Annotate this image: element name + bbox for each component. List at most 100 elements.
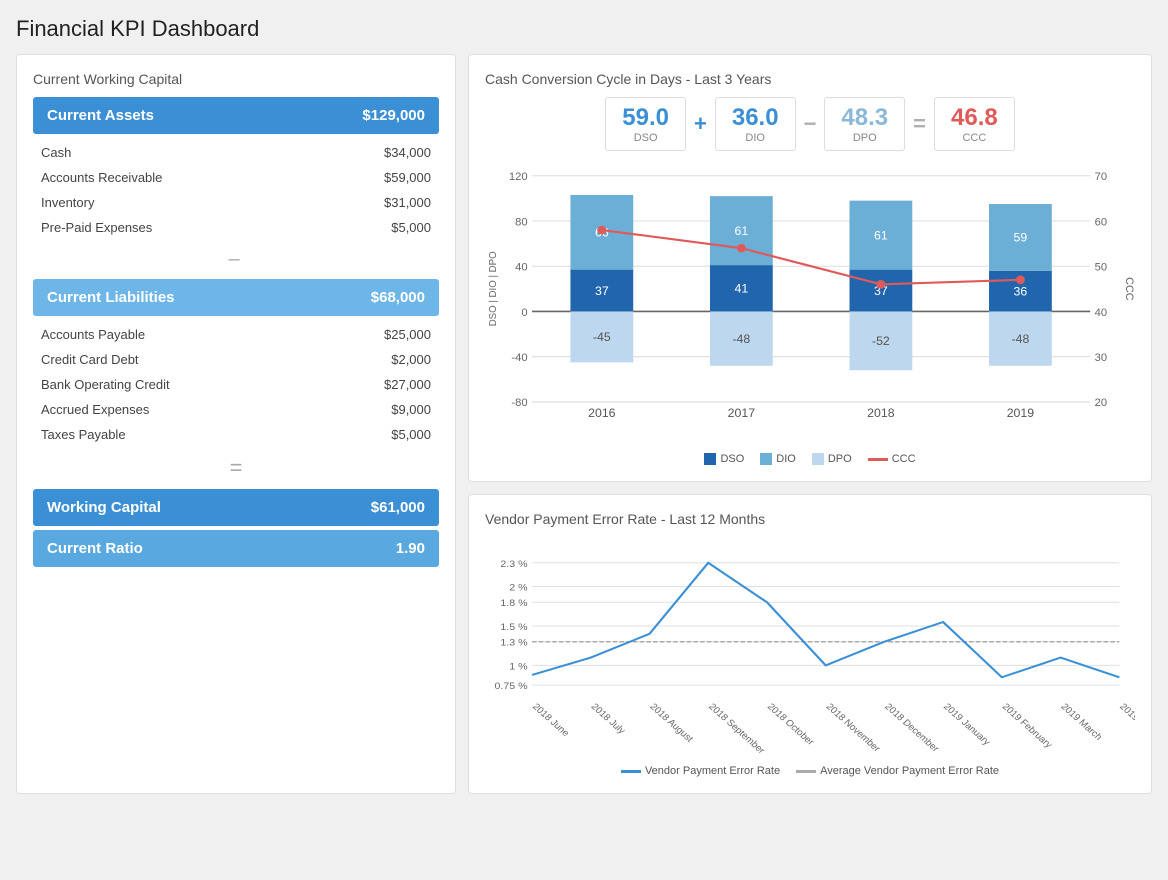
svg-text:0: 0 [521,307,527,319]
vendor-panel: Vendor Payment Error Rate - Last 12 Mont… [468,494,1152,794]
svg-text:2016: 2016 [588,406,616,420]
svg-text:2018 December: 2018 December [882,702,942,755]
svg-text:-45: -45 [593,330,611,344]
svg-text:2018 October: 2018 October [765,702,817,748]
svg-text:30: 30 [1095,352,1107,364]
liability-label: Bank Operating Credit [41,377,170,392]
svg-text:2019: 2019 [1007,406,1035,420]
dso-label: DSO [622,132,669,144]
svg-text:2018 September: 2018 September [706,702,767,757]
svg-text:-52: -52 [872,334,890,348]
legend-dso-color [704,453,716,465]
dpo-box: 48.3 DPO [824,97,905,151]
asset-value: $31,000 [384,195,431,210]
svg-text:40: 40 [1095,307,1107,319]
working-capital-value: $61,000 [371,499,425,516]
legend-dio-color [760,453,772,465]
ccc-panel: Cash Conversion Cycle in Days - Last 3 Y… [468,54,1152,482]
minus-operator: − [804,111,817,137]
liability-label: Credit Card Debt [41,352,139,367]
legend-dio: DIO [760,453,796,465]
svg-text:-40: -40 [511,352,527,364]
svg-text:0.75 %: 0.75 % [494,682,527,692]
liability-item: Bank Operating Credit$27,000 [33,372,439,397]
legend-vendor-label: Vendor Payment Error Rate [645,765,780,777]
dio-box: 36.0 DIO [715,97,796,151]
legend-dpo-label: DPO [828,453,852,465]
svg-text:36: 36 [1014,285,1028,299]
legend-ccc-color [868,458,888,461]
liability-item: Accrued Expenses$9,000 [33,397,439,422]
liability-item: Accounts Payable$25,000 [33,322,439,347]
svg-text:2018 August: 2018 August [647,702,695,745]
asset-value: $59,000 [384,170,431,185]
ccc-chart-svg: -80-4004080120203040506070CCCDSO | DIO |… [485,165,1135,445]
svg-text:2018: 2018 [867,406,895,420]
liability-label: Accrued Expenses [41,402,149,417]
plus-operator: + [694,111,707,137]
legend-dso: DSO [704,453,744,465]
vendor-title: Vendor Payment Error Rate - Last 12 Mont… [485,511,1135,527]
svg-text:CCC: CCC [1123,277,1135,300]
legend-vendor-avg: Average Vendor Payment Error Rate [796,765,999,777]
liability-item: Taxes Payable$5,000 [33,422,439,447]
svg-text:DSO | DIO | DPO: DSO | DIO | DPO [488,251,499,326]
dio-value: 36.0 [732,104,779,132]
svg-text:40: 40 [515,262,527,274]
asset-item: Accounts Receivable $59,000 [33,165,439,190]
svg-text:2017: 2017 [728,406,756,420]
ccc-value: 46.8 [951,104,998,132]
dashboard-title: Financial KPI Dashboard [16,16,1152,42]
working-capital-title: Current Working Capital [33,71,439,87]
current-assets-value: $129,000 [362,107,425,124]
current-liabilities-header: Current Liabilities $68,000 [33,279,439,316]
current-assets-header: Current Assets $129,000 [33,97,439,134]
svg-text:59: 59 [1014,231,1028,245]
svg-text:61: 61 [735,224,749,238]
legend-vendor-color [621,770,641,773]
svg-text:2018 July: 2018 July [589,702,628,737]
ccc-metrics: 59.0 DSO + 36.0 DIO − 48.3 DPO = 46.8 CC… [485,97,1135,151]
ccc-chart-area: -80-4004080120203040506070CCCDSO | DIO |… [485,165,1135,445]
legend-avg-color [796,770,816,773]
legend-ccc: CCC [868,453,916,465]
current-ratio-label: Current Ratio [47,540,143,557]
svg-text:-48: -48 [1012,332,1030,346]
legend-dpo: DPO [812,453,852,465]
svg-text:2019 March: 2019 March [1058,702,1104,743]
left-panel: Current Working Capital Current Assets $… [16,54,456,794]
working-capital-label: Working Capital [47,499,161,516]
svg-text:1.3 %: 1.3 % [500,638,527,648]
dso-value: 59.0 [622,104,669,132]
dpo-value: 48.3 [841,104,888,132]
current-assets-label: Current Assets [47,107,154,124]
equals-operator: = [913,111,926,137]
dso-box: 59.0 DSO [605,97,686,151]
svg-text:2019 January: 2019 January [941,702,993,748]
svg-text:41: 41 [735,282,749,296]
asset-value: $5,000 [391,220,431,235]
svg-text:37: 37 [595,284,609,298]
ccc-label: CCC [951,132,998,144]
svg-text:70: 70 [1095,171,1107,183]
liability-label: Taxes Payable [41,427,126,442]
current-ratio-row: Current Ratio 1.90 [33,530,439,567]
svg-text:50: 50 [1095,262,1107,274]
dpo-label: DPO [841,132,888,144]
svg-text:-80: -80 [511,397,527,409]
asset-label: Accounts Receivable [41,170,162,185]
svg-text:2019 April: 2019 April [1117,702,1135,738]
legend-vendor-rate: Vendor Payment Error Rate [621,765,780,777]
asset-label: Cash [41,145,71,160]
asset-label: Pre-Paid Expenses [41,220,152,235]
asset-item: Pre-Paid Expenses $5,000 [33,215,439,240]
svg-text:1 %: 1 % [509,662,527,672]
vendor-chart-area: 0.75 %1 %1.3 %1.5 %1.8 %2 %2.3 %2018 Jun… [485,537,1135,757]
current-liabilities-label: Current Liabilities [47,289,175,306]
svg-text:120: 120 [509,171,528,183]
asset-item: Cash$34,000 [33,140,439,165]
dio-label: DIO [732,132,779,144]
svg-text:2018 June: 2018 June [530,702,571,739]
svg-text:2018 November: 2018 November [823,702,883,755]
svg-text:1.8 %: 1.8 % [500,599,527,609]
